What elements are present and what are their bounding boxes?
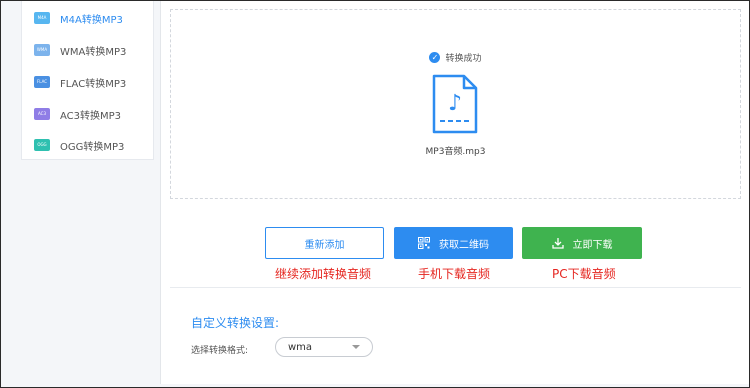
- download-button-label: 立即下载: [572, 239, 613, 251]
- menu-item-label: OGG转换MP3: [60, 141, 125, 153]
- download-icon: [551, 237, 564, 249]
- menu-item-m4a[interactable]: M4A M4A转换MP3: [22, 4, 153, 32]
- status-text: 转换成功: [445, 54, 482, 64]
- download-annotation: PC下载音频: [552, 267, 616, 281]
- output-filename: MP3音频.mp3: [425, 147, 486, 157]
- download-button[interactable]: 立即下载: [522, 227, 642, 259]
- sidebar: M4A M4A转换MP3 WMA WMA转换MP3 FLAC FLAC转换MP3…: [1, 1, 159, 386]
- ac3-file-icon: AC3: [34, 108, 50, 120]
- icon-badge: M4A: [37, 15, 47, 20]
- format-select-value: wma: [288, 341, 313, 353]
- readd-button[interactable]: 重新添加: [265, 227, 384, 259]
- menu-item-label: M4A转换MP3: [60, 14, 123, 26]
- result-area: ✓ 转换成功 ♪ MP3音频.mp3: [170, 9, 741, 199]
- menu-item-label: FLAC转换MP3: [60, 78, 127, 90]
- svg-text:♪: ♪: [448, 91, 462, 116]
- conversion-status: ✓ 转换成功: [171, 51, 740, 64]
- icon-badge: FLAC: [36, 79, 48, 84]
- check-circle-icon: ✓: [429, 52, 441, 63]
- section-divider: [170, 287, 741, 288]
- readd-annotation: 继续添加转换音频: [275, 267, 372, 281]
- wma-file-icon: WMA: [34, 44, 50, 56]
- icon-badge: AC3: [37, 111, 46, 116]
- audio-file-icon: ♪: [432, 74, 478, 134]
- flac-file-icon: FLAC: [34, 76, 50, 88]
- qrcode-annotation: 手机下载音频: [418, 267, 491, 281]
- menu-item-label: WMA转换MP3: [60, 46, 127, 58]
- format-menu: M4A M4A转换MP3 WMA WMA转换MP3 FLAC FLAC转换MP3…: [21, 1, 154, 160]
- readd-button-label: 重新添加: [304, 239, 345, 251]
- icon-badge: OGG: [37, 142, 47, 147]
- menu-item-wma[interactable]: WMA WMA转换MP3: [22, 36, 153, 64]
- get-qrcode-button[interactable]: 获取二维码: [394, 227, 513, 259]
- ogg-file-icon: OGG: [34, 139, 50, 151]
- format-select[interactable]: wma: [275, 337, 373, 357]
- m4a-file-icon: M4A: [34, 12, 50, 24]
- icon-badge: WMA: [36, 47, 48, 52]
- menu-item-flac[interactable]: FLAC FLAC转换MP3: [22, 68, 153, 96]
- chevron-down-icon: [352, 345, 360, 349]
- format-label: 选择转换格式:: [191, 346, 249, 356]
- menu-item-label: AC3转换MP3: [60, 110, 122, 122]
- get-qrcode-button-label: 获取二维码: [439, 239, 489, 251]
- main-panel: ✓ 转换成功 ♪ MP3音频.mp3 重新添加 获取二维码 立即下载 继续添加转…: [160, 1, 749, 384]
- menu-item-ac3[interactable]: AC3 AC3转换MP3: [22, 100, 153, 128]
- settings-title: 自定义转换设置:: [191, 316, 280, 330]
- qrcode-icon: [418, 237, 430, 249]
- menu-item-ogg[interactable]: OGG OGG转换MP3: [22, 131, 153, 159]
